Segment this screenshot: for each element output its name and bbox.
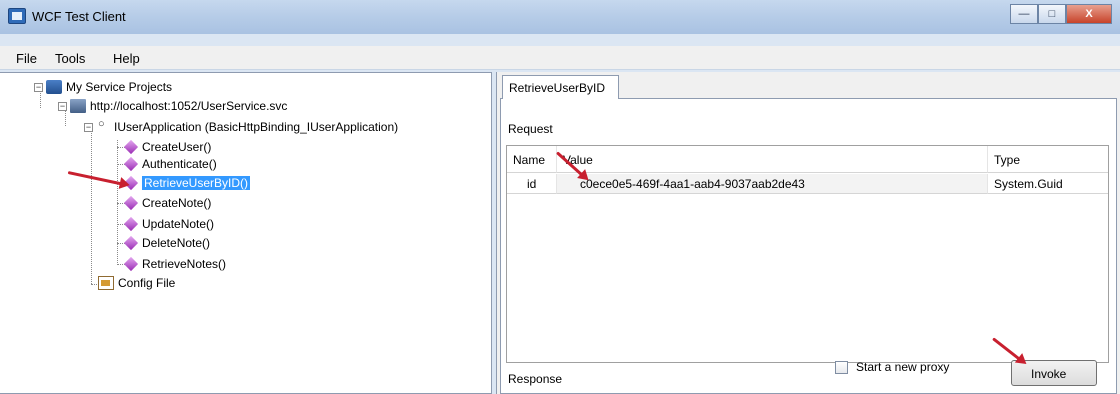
collapse-icon[interactable]: − xyxy=(84,122,93,132)
projects-icon xyxy=(46,80,62,94)
menu-file[interactable]: File xyxy=(16,51,37,66)
menu-tools[interactable]: Tools xyxy=(55,51,85,66)
maximize-button[interactable]: □ xyxy=(1038,4,1066,24)
config-file-icon xyxy=(98,276,114,290)
close-icon: X xyxy=(1085,8,1093,20)
parameter-type-cell: System.Guid xyxy=(988,174,1108,194)
method-icon xyxy=(123,139,139,155)
column-header-value[interactable]: Value xyxy=(557,146,988,173)
menu-bar: File Tools Help xyxy=(0,46,1120,70)
column-header-type[interactable]: Type xyxy=(988,146,1108,173)
interface-icon xyxy=(96,118,110,134)
minimize-button[interactable]: — xyxy=(1010,4,1038,24)
minimize-icon: — xyxy=(1018,8,1030,20)
method-icon xyxy=(123,156,139,172)
maximize-icon: □ xyxy=(1048,8,1056,20)
request-parameters-grid: Name Value Type id c0ece0e5-469f-4aa1-aa… xyxy=(506,145,1109,363)
tree-method-retrieveuserbyid[interactable]: RetrieveUserByID() xyxy=(123,174,251,192)
tree-method-retrievenotes[interactable]: RetrieveNotes() xyxy=(123,255,226,273)
method-icon xyxy=(123,216,139,232)
response-label: Response xyxy=(508,372,563,386)
tree-connector xyxy=(91,130,92,284)
checkbox-icon[interactable] xyxy=(835,360,848,374)
parameter-name-cell: id xyxy=(507,174,557,194)
close-button[interactable]: X xyxy=(1066,4,1112,24)
tree-interface[interactable]: − IUserApplication (BasicHttpBinding_IUs… xyxy=(84,118,398,136)
tree-service[interactable]: − http://localhost:1052/UserService.svc xyxy=(58,97,287,115)
service-icon xyxy=(70,99,86,113)
menu-help[interactable]: Help xyxy=(113,51,140,66)
tab-retrieveuserbyid[interactable]: RetrieveUserByID xyxy=(502,75,619,99)
application-icon xyxy=(8,8,26,24)
tree-method-updatenote[interactable]: UpdateNote() xyxy=(123,215,214,233)
method-icon xyxy=(123,256,139,272)
collapse-icon[interactable]: − xyxy=(34,82,43,92)
request-label: Request xyxy=(508,122,553,136)
window-title: WCF Test Client xyxy=(32,9,126,24)
collapse-icon[interactable]: − xyxy=(58,101,67,111)
method-icon xyxy=(123,195,139,211)
wcf-test-client-window: WCF Test Client — □ X File Tools Help − … xyxy=(0,0,1120,394)
title-bar[interactable]: WCF Test Client — □ X xyxy=(0,0,1120,34)
tree-root[interactable]: − My Service Projects xyxy=(34,78,172,96)
tree-method-authenticate[interactable]: Authenticate() xyxy=(123,155,217,173)
start-new-proxy-checkbox[interactable]: Start a new proxy xyxy=(835,360,949,374)
tree-method-deletenote[interactable]: DeleteNote() xyxy=(123,234,210,252)
tree-config-file[interactable]: Config File xyxy=(98,274,175,292)
method-icon xyxy=(123,235,139,251)
window-controls: — □ X xyxy=(1010,4,1112,24)
parameter-value-cell[interactable]: c0ece0e5-469f-4aa1-aab4-9037aab2de43 xyxy=(557,174,988,194)
column-header-name[interactable]: Name xyxy=(507,146,557,173)
tree-method-createuser[interactable]: CreateUser() xyxy=(123,138,211,156)
tree-method-createnote[interactable]: CreateNote() xyxy=(123,194,211,212)
